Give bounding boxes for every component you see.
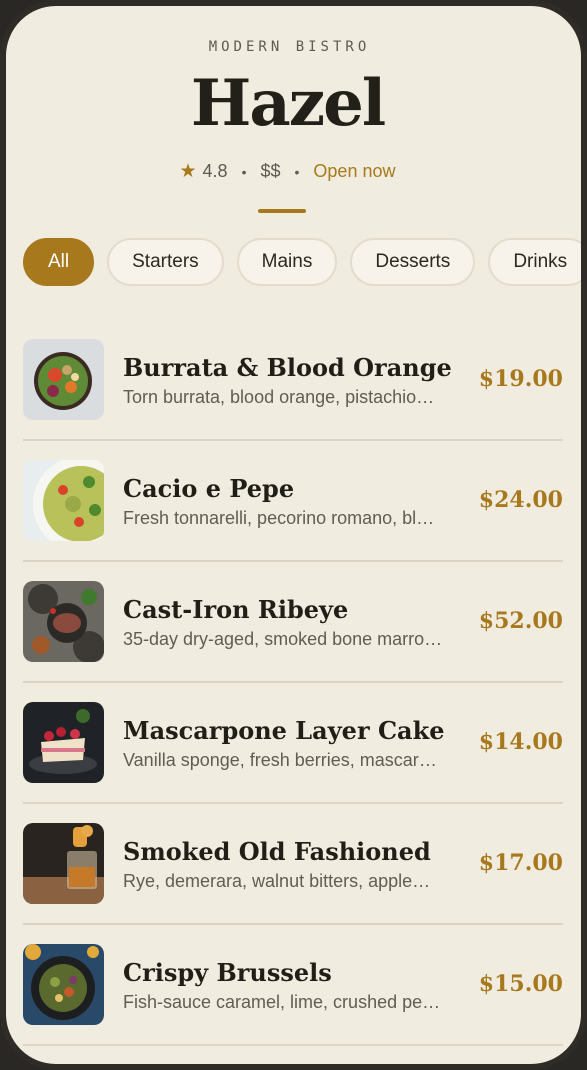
dish-photo-cake	[23, 702, 104, 783]
restaurant-category: MODERN BISTRO	[208, 39, 371, 55]
dish-price: $17.00	[478, 850, 563, 876]
dish-description: Fresh tonnarelli, pecorino romano, black…	[123, 508, 443, 528]
tab-mains[interactable]: Mains	[236, 238, 338, 286]
menu-item[interactable]: Cast-Iron Ribeye 35-day dry-aged, smoked…	[23, 562, 563, 683]
menu-list: Burrata & Blood Orange Torn burrata, blo…	[23, 320, 563, 1046]
dish-price: $14.00	[478, 729, 563, 755]
category-tabs: All Starters Mains Desserts Drinks	[23, 238, 581, 286]
menu-item[interactable]: Cacio e Pepe Fresh tonnarelli, pecorino …	[23, 441, 563, 562]
menu-item[interactable]: Crispy Brussels Fish-sauce caramel, lime…	[23, 925, 563, 1046]
dish-photo-cocktail	[23, 823, 104, 904]
dish-photo-pasta	[23, 460, 104, 541]
restaurant-name: Hazel	[190, 66, 386, 141]
dish-photo-brussels	[23, 944, 104, 1025]
dish-price: $52.00	[478, 608, 563, 634]
dish-description: 35-day dry-aged, smoked bone marrow…	[123, 629, 443, 649]
tab-starters[interactable]: Starters	[107, 238, 224, 286]
header-divider	[257, 209, 306, 213]
separator-dot: •	[294, 163, 300, 180]
dish-description: Vanilla sponge, fresh berries, mascarpon…	[123, 750, 443, 770]
open-status: Open now	[313, 161, 396, 181]
restaurant-meta: ★ 4.8 • $$ • Open now	[6, 160, 581, 183]
dish-name: Crispy Brussels	[123, 958, 332, 987]
dish-description: Fish-sauce caramel, lime, crushed peanut…	[123, 992, 443, 1012]
tab-drinks[interactable]: Drinks	[488, 238, 581, 286]
dish-photo-steak	[23, 581, 104, 662]
menu-item[interactable]: Mascarpone Layer Cake Vanilla sponge, fr…	[23, 683, 563, 804]
separator-dot: •	[241, 163, 247, 180]
star-icon: ★	[179, 161, 197, 182]
dish-price: $24.00	[478, 487, 563, 513]
phone-screen: MODERN BISTRO Hazel ★ 4.8 • $$ • Open no…	[0, 0, 587, 1070]
price-level: $$	[260, 161, 281, 181]
rating-value: 4.8	[202, 161, 228, 181]
dish-price: $19.00	[478, 366, 563, 392]
menu-item[interactable]: Smoked Old Fashioned Rye, demerara, waln…	[23, 804, 563, 925]
tab-all[interactable]: All	[23, 238, 95, 286]
dish-name: Burrata & Blood Orange	[123, 353, 452, 382]
dish-price: $15.00	[478, 971, 563, 997]
dish-description: Torn burrata, blood orange, pistachio…	[123, 387, 435, 407]
tab-desserts[interactable]: Desserts	[350, 238, 476, 286]
dish-description: Rye, demerara, walnut bitters, apple…	[123, 871, 431, 891]
dish-name: Cacio e Pepe	[123, 474, 295, 503]
dish-name: Smoked Old Fashioned	[123, 837, 431, 866]
restaurant-header: MODERN BISTRO Hazel ★ 4.8 • $$ • Open no…	[6, 6, 581, 213]
menu-item[interactable]: Burrata & Blood Orange Torn burrata, blo…	[23, 320, 563, 441]
dish-name: Mascarpone Layer Cake	[123, 716, 445, 745]
dish-photo-salad	[23, 339, 104, 420]
dish-name: Cast-Iron Ribeye	[123, 595, 349, 624]
